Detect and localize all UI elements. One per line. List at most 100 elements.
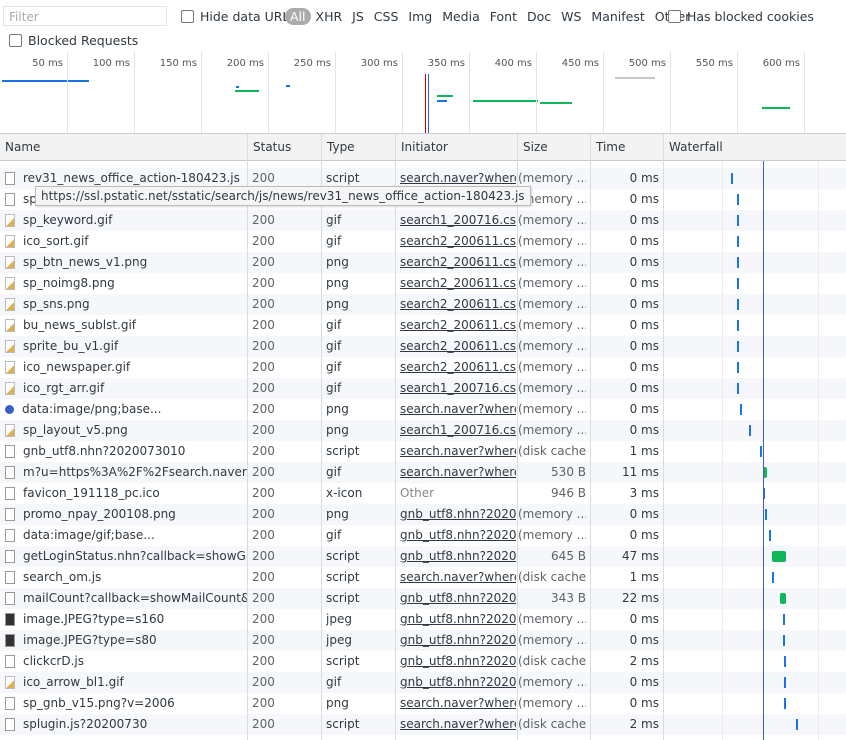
filter-css[interactable]: CSS: [369, 8, 404, 25]
request-initiator[interactable]: search1_200716.css: [400, 420, 516, 441]
request-row[interactable]: ico_newspaper.gif 200 gif search2_200611.cs…: [0, 357, 846, 378]
request-row[interactable]: bu_news_sublst.gif 200 gif search2_200611.c…: [0, 315, 846, 336]
filter-all[interactable]: All: [285, 8, 311, 25]
request-row[interactable]: favicon_191118_pc.ico 200 x-icon Other 946 B…: [0, 483, 846, 504]
filter-doc[interactable]: Doc: [522, 8, 556, 25]
request-row[interactable]: sp_layout_v5.png 200 png search1_200716.css…: [0, 420, 846, 441]
request-initiator[interactable]: search.naver?where...: [400, 693, 516, 714]
request-name-cell[interactable]: sprite_bu_v1.gif: [5, 336, 247, 357]
request-name-cell[interactable]: promo_npay_200108.png: [5, 504, 247, 525]
request-size: (disk cache): [518, 654, 586, 668]
request-name-cell[interactable]: sp_noimg8.png: [5, 273, 247, 294]
request-name-cell[interactable]: image.JPEG?type=s160: [5, 609, 247, 630]
filter-img[interactable]: Img: [403, 8, 437, 25]
request-name-cell[interactable]: sp_btn_news_v1.png: [5, 252, 247, 273]
request-name-cell[interactable]: ico_rgt_arr.gif: [5, 378, 247, 399]
image-file-icon: [5, 424, 15, 437]
request-name-cell[interactable]: favicon_191118_pc.ico: [5, 483, 247, 504]
column-type[interactable]: Type: [321, 134, 395, 160]
request-initiator[interactable]: search2_200611.css: [400, 315, 516, 336]
request-name-cell[interactable]: gnb_utf8.nhn?2020073010: [5, 441, 247, 462]
request-name-cell[interactable]: bu_news_sublst.gif: [5, 315, 247, 336]
filter-manifest[interactable]: Manifest: [586, 8, 649, 25]
column-initiator[interactable]: Initiator: [395, 134, 517, 160]
request-initiator[interactable]: search.naver?where...: [400, 399, 516, 420]
request-initiator[interactable]: Other: [400, 483, 516, 504]
request-name-cell[interactable]: search_om.js: [5, 567, 247, 588]
request-initiator[interactable]: search2_200611.css: [400, 294, 516, 315]
column-size[interactable]: Size: [517, 134, 591, 160]
request-name-cell[interactable]: image.JPEG?type=s80: [5, 630, 247, 651]
request-initiator[interactable]: gnb_utf8.nhn?2020...: [400, 609, 516, 630]
request-initiator[interactable]: search.naver?where...: [400, 462, 516, 483]
column-name[interactable]: Name: [0, 134, 248, 160]
request-initiator[interactable]: gnb_utf8.nhn?2020...: [400, 651, 516, 672]
hide-data-urls-checkbox[interactable]: Hide data URLs: [181, 9, 296, 24]
request-name-cell[interactable]: ico_newspaper.gif: [5, 357, 247, 378]
request-initiator[interactable]: gnb_utf8.nhn?2020...: [400, 588, 516, 609]
request-row[interactable]: promo_npay_200108.png 200 png gnb_utf8.nhn?…: [0, 504, 846, 525]
request-initiator[interactable]: search.naver?where...: [400, 567, 516, 588]
request-name-cell[interactable]: getLoginStatus.nhn?callback=showGN...: [5, 546, 247, 567]
has-blocked-cookies-checkbox[interactable]: Has blocked cookies: [668, 9, 814, 24]
request-name-cell[interactable]: sp_sns.png: [5, 294, 247, 315]
blocked-requests-checkbox[interactable]: Blocked Requests: [9, 33, 138, 48]
request-name-cell[interactable]: splugin.js?20200730: [5, 714, 247, 735]
request-initiator[interactable]: search2_200611.css: [400, 336, 516, 357]
request-row[interactable]: data:image/png;base... 200 png search.naver…: [0, 399, 846, 420]
request-name-cell[interactable]: ico_sort.gif: [5, 231, 247, 252]
request-initiator[interactable]: search1_200716.css: [400, 378, 516, 399]
request-name-cell[interactable]: data:image/png;base...: [5, 399, 247, 420]
request-row[interactable]: sp_noimg8.png 200 png search2_200611.css (me…: [0, 273, 846, 294]
request-name-cell[interactable]: clickcrD.js: [5, 651, 247, 672]
request-row[interactable]: search_om.js 200 script search.naver?where.…: [0, 567, 846, 588]
filter-ws[interactable]: WS: [556, 8, 586, 25]
request-name-cell[interactable]: m?u=https%3A%2F%2Fsearch.naver.co...: [5, 462, 247, 483]
request-row[interactable]: mailCount?callback=showMailCount&s... 200…: [0, 588, 846, 609]
request-row[interactable]: clickcrD.js 200 script gnb_utf8.nhn?2020...…: [0, 651, 846, 672]
column-time[interactable]: Time: [590, 134, 664, 160]
request-row[interactable]: ico_sort.gif 200 gif search2_200611.css (mem…: [0, 231, 846, 252]
request-row[interactable]: gnb_utf8.nhn?2020073010 200 script search.n…: [0, 441, 846, 462]
request-row[interactable]: getLoginStatus.nhn?callback=showGN... 200…: [0, 546, 846, 567]
request-row[interactable]: splugin.js?20200730 200 script search.naver…: [0, 714, 846, 735]
request-name-cell[interactable]: data:image/gif;base...: [5, 525, 247, 546]
request-initiator[interactable]: search.naver?where...: [400, 441, 516, 462]
request-row[interactable]: ico_arrow_bl1.gif 200 gif gnb_utf8.nhn?2020…: [0, 672, 846, 693]
filter-xhr[interactable]: XHR: [311, 8, 348, 25]
filter-js[interactable]: JS: [347, 8, 369, 25]
waterfall-bar: [769, 530, 772, 541]
request-initiator[interactable]: gnb_utf8.nhn?2020...: [400, 504, 516, 525]
column-status[interactable]: Status: [247, 134, 321, 160]
filter-input[interactable]: Filter: [3, 6, 167, 26]
request-initiator[interactable]: search2_200611.css: [400, 231, 516, 252]
filter-media[interactable]: Media: [437, 8, 485, 25]
request-row[interactable]: sprite_bu_v1.gif 200 gif search2_200611.css…: [0, 336, 846, 357]
request-initiator[interactable]: gnb_utf8.nhn?2020...: [400, 630, 516, 651]
request-row[interactable]: sp_sns.png 200 png search2_200611.css (memor…: [0, 294, 846, 315]
request-row[interactable]: sp_gnb_v15.png?v=2006 200 png search.naver?…: [0, 693, 846, 714]
request-name-cell[interactable]: sp_layout_v5.png: [5, 420, 247, 441]
request-initiator[interactable]: search2_200611.css: [400, 252, 516, 273]
request-initiator[interactable]: gnb_utf8.nhn?2020...: [400, 672, 516, 693]
request-initiator[interactable]: search2_200611.css: [400, 273, 516, 294]
request-initiator[interactable]: gnb_utf8.nhn?2020...: [400, 546, 516, 567]
request-row[interactable]: sp_btn_news_v1.png 200 png search2_200611.c…: [0, 252, 846, 273]
request-name-cell[interactable]: mailCount?callback=showMailCount&s...: [5, 588, 247, 609]
request-row[interactable]: sp_keyword.gif 200 gif search1_200716.css (m…: [0, 210, 846, 231]
request-initiator[interactable]: gnb_utf8.nhn?2020...: [400, 525, 516, 546]
request-row[interactable]: image.JPEG?type=s160 200 jpeg gnb_utf8.nhn?…: [0, 609, 846, 630]
column-waterfall[interactable]: Waterfall: [663, 134, 846, 160]
request-row[interactable]: image.JPEG?type=s80 200 jpeg gnb_utf8.nhn?2…: [0, 630, 846, 651]
request-name-cell[interactable]: ico_arrow_bl1.gif: [5, 672, 247, 693]
request-initiator[interactable]: search1_200716.css: [400, 210, 516, 231]
request-initiator[interactable]: search2_200611.css: [400, 357, 516, 378]
request-name-cell[interactable]: sp_keyword.gif: [5, 210, 247, 231]
request-name-cell[interactable]: sp_gnb_v15.png?v=2006: [5, 693, 247, 714]
request-row[interactable]: data:image/gif;base... 200 gif gnb_utf8.nhn…: [0, 525, 846, 546]
request-row[interactable]: m?u=https%3A%2F%2Fsearch.naver.co... 200 g…: [0, 462, 846, 483]
timeline-overview[interactable]: 50 ms 100 ms 150 ms 200 ms 250 ms 300 ms 350 m…: [0, 52, 846, 134]
request-row[interactable]: ico_rgt_arr.gif 200 gif search1_200716.css(…: [0, 378, 846, 399]
request-initiator[interactable]: search.naver?where...: [400, 714, 516, 735]
filter-font[interactable]: Font: [485, 8, 522, 25]
